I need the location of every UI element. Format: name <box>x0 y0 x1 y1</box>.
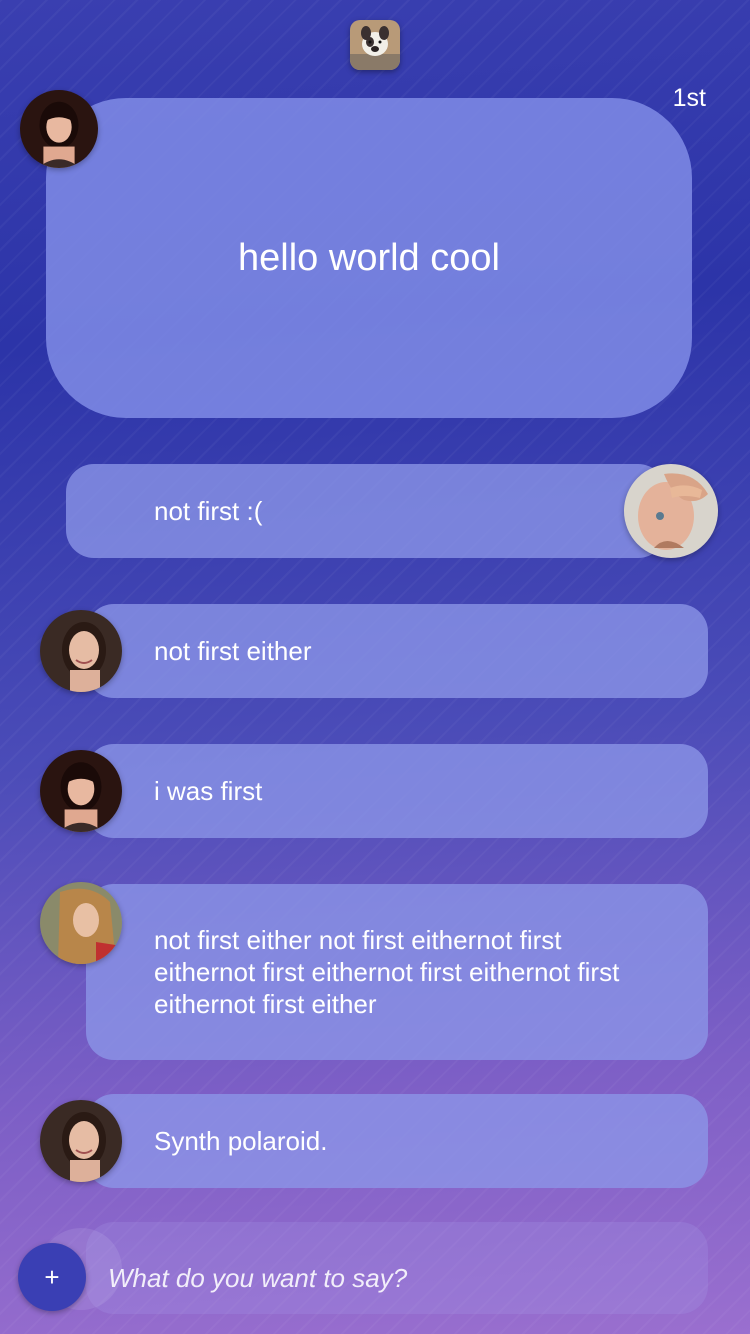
message-bubble-1[interactable]: not first :( <box>66 464 666 558</box>
message-bubble-3[interactable]: i was first <box>86 744 708 838</box>
message-input[interactable] <box>106 1256 670 1300</box>
man-hand-on-face-avatar[interactable] <box>624 464 718 558</box>
smiling-woman-avatar[interactable] <box>40 610 122 692</box>
smiling-woman-avatar[interactable] <box>40 1100 122 1182</box>
message-bubble-4[interactable]: not first either not first eithernot fir… <box>86 884 708 1060</box>
featured-message-bubble[interactable]: hello world cool <box>46 98 692 418</box>
message-text-1: not first :( <box>154 496 263 526</box>
dog-app-icon[interactable] <box>350 20 400 70</box>
woman-blonde-hair-avatar[interactable] <box>40 882 122 964</box>
message-bubble-2[interactable]: not first either <box>86 604 708 698</box>
woman-dark-hair-avatar[interactable] <box>40 750 122 832</box>
woman-dark-hair-avatar[interactable] <box>20 90 98 168</box>
add-button[interactable]: + <box>18 1243 86 1311</box>
chat-screen: 1st hello world cool not first :( not fi… <box>0 0 750 1334</box>
message-text-4: not first either not first eithernot fir… <box>154 925 620 1019</box>
featured-message-text: hello world cool <box>238 237 500 279</box>
message-text-2: not first either <box>154 636 312 666</box>
rank-label: 1st <box>672 84 706 112</box>
message-text-3: i was first <box>154 776 263 806</box>
message-bubble-5[interactable]: Synth polaroid. <box>86 1094 708 1188</box>
message-text-5: Synth polaroid. <box>154 1126 328 1156</box>
